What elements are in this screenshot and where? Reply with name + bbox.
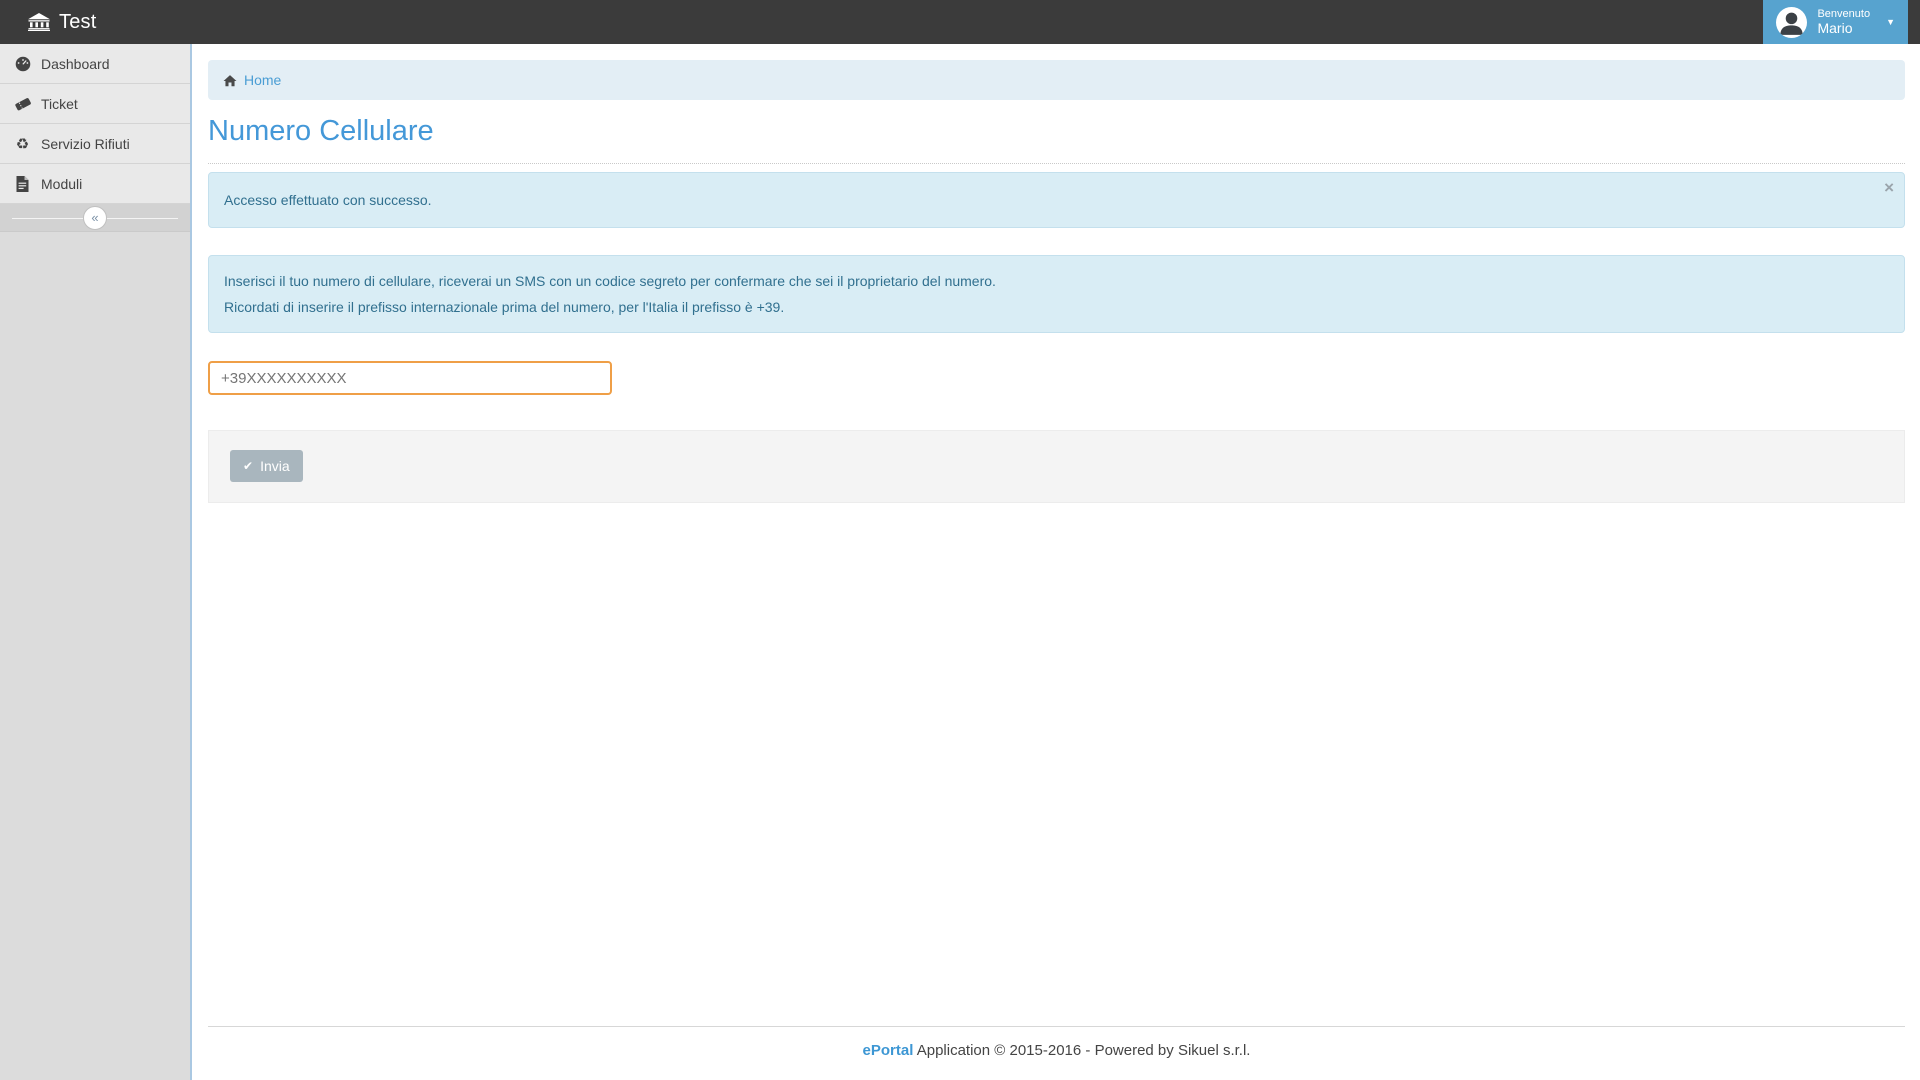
avatar: [1776, 7, 1807, 38]
user-welcome-label: Benvenuto: [1817, 8, 1870, 21]
sidebar-item-servizio-rifiuti[interactable]: ♻ Servizio Rifiuti: [0, 124, 190, 164]
chevron-down-icon: ▼: [1886, 17, 1895, 27]
main-content: Home Numero Cellulare Accesso effettuato…: [190, 44, 1920, 1080]
divider: [208, 163, 1905, 164]
form-footer-panel: ✔ Invia: [208, 430, 1905, 503]
page-title: Numero Cellulare: [208, 115, 1904, 148]
ticket-icon: [14, 96, 31, 112]
footer-brand-link[interactable]: ePortal: [863, 1042, 914, 1059]
info-box: Inserisci il tuo numero di cellulare, ri…: [208, 255, 1905, 333]
sidebar-item-dashboard[interactable]: Dashboard: [0, 44, 190, 84]
bank-icon: [28, 13, 50, 31]
sidebar-menu: Dashboard Ticket ♻ Servizio Rifiuti: [0, 44, 190, 232]
user-name-label: Mario: [1817, 20, 1870, 36]
success-alert: Accesso effettuato con successo. ×: [208, 172, 1905, 228]
sidebar-collapse-row: «: [0, 204, 190, 232]
success-alert-text: Accesso effettuato con successo.: [224, 192, 432, 208]
invia-button[interactable]: ✔ Invia: [230, 450, 303, 482]
sidebar-item-label: Dashboard: [41, 56, 110, 72]
file-icon: [14, 176, 31, 192]
sidebar-item-moduli[interactable]: Moduli: [0, 164, 190, 204]
top-navbar: Test Benvenuto Mario ▼: [0, 0, 1920, 44]
breadcrumb-home-link[interactable]: Home: [244, 72, 281, 88]
info-line-2: Ricordati di inserire il prefisso intern…: [224, 294, 1889, 320]
user-greeting: Benvenuto Mario: [1817, 8, 1870, 37]
sidebar-item-label: Moduli: [41, 176, 82, 192]
check-icon: ✔: [243, 460, 253, 472]
sidebar-item-label: Ticket: [41, 96, 78, 112]
invia-button-label: Invia: [260, 458, 290, 474]
person-icon: [1776, 7, 1807, 38]
footer-text: Application © 2015-2016 - Powered by Sik…: [913, 1042, 1250, 1059]
info-line-1: Inserisci il tuo numero di cellulare, ri…: [224, 268, 1889, 294]
recycle-icon: ♻: [14, 135, 31, 153]
page-footer: ePortal Application © 2015-2016 - Powere…: [208, 1026, 1905, 1080]
sidebar-collapse-button[interactable]: «: [83, 206, 107, 230]
phone-number-input[interactable]: [208, 361, 612, 395]
breadcrumb: Home: [208, 60, 1905, 100]
dashboard-icon: [14, 56, 31, 72]
user-menu[interactable]: Benvenuto Mario ▼: [1763, 0, 1908, 44]
brand-logo[interactable]: Test: [0, 0, 96, 44]
sidebar: Dashboard Ticket ♻ Servizio Rifiuti: [0, 44, 190, 1080]
sidebar-item-label: Servizio Rifiuti: [41, 136, 130, 152]
close-icon[interactable]: ×: [1884, 179, 1894, 196]
home-icon: [223, 74, 237, 87]
brand-label: Test: [59, 11, 96, 34]
sidebar-item-ticket[interactable]: Ticket: [0, 84, 190, 124]
